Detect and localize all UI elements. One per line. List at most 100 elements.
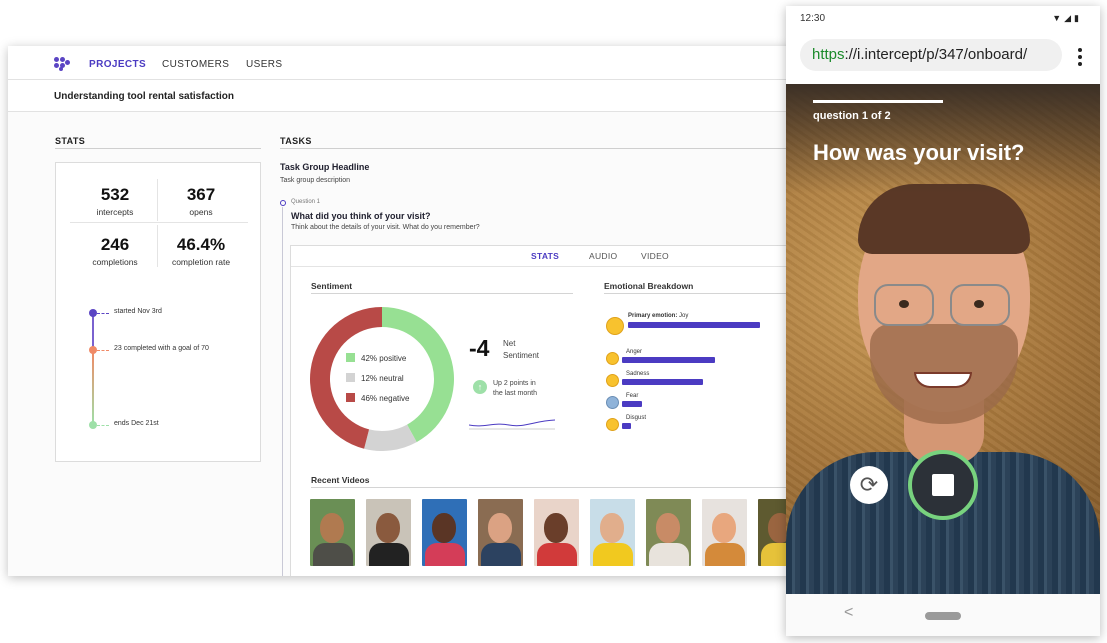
timeline-connector <box>97 350 109 351</box>
video-thumbnail[interactable] <box>590 499 635 566</box>
emotion-bar-anger <box>622 357 715 363</box>
desktop-window: PROJECTS CUSTOMERS USERS Understanding t… <box>8 46 808 576</box>
emotional-divider <box>604 293 808 294</box>
video-thumbnail[interactable] <box>478 499 523 566</box>
timeline-start: started Nov 3rd <box>114 308 162 315</box>
timeline-end-dot <box>89 421 97 429</box>
legend-swatch <box>346 393 355 402</box>
stats-card: 532 intercepts 367 opens 246 completions… <box>55 162 261 462</box>
video-thumbnail[interactable] <box>422 499 467 566</box>
stats-divider <box>55 148 261 149</box>
video-thumbnail[interactable] <box>646 499 691 566</box>
trend-text: Up 2 points in the last month <box>493 379 537 399</box>
legend-negative: 46% negative <box>346 393 409 403</box>
emotion-bar-fear <box>622 401 642 407</box>
net-sentiment-value: -4 <box>469 335 490 361</box>
more-menu-icon[interactable] <box>1078 48 1082 69</box>
url-path: ://i.intercept/p/347/onboard/ <box>844 46 1028 63</box>
question-line <box>282 207 283 576</box>
question-progress-bar <box>813 100 943 103</box>
phone-frame: 12:30 ▼◢▮ https://i.intercept/p/347/onbo… <box>786 6 1100 636</box>
sentiment-heading: Sentiment <box>311 281 353 291</box>
timeline-line <box>92 351 94 425</box>
signal-icon: ◢ <box>1064 13 1075 23</box>
legend-label: 46% negative <box>361 394 410 403</box>
android-nav-bar: < <box>786 594 1100 636</box>
legend-neutral: 12% neutral <box>346 373 404 383</box>
stat-intercepts: 532 intercepts <box>72 185 158 217</box>
timeline-start-dot <box>89 309 97 317</box>
tab-stats[interactable]: STATS <box>531 251 559 261</box>
stat-opens: 367 opens <box>158 185 244 217</box>
video-thumbnail[interactable] <box>534 499 579 566</box>
joy-emoji-icon <box>606 317 624 335</box>
emotion-bar-disgust <box>622 423 631 429</box>
net-label-line: Sentiment <box>503 351 540 360</box>
status-icons: ▼◢▮ <box>1052 13 1082 24</box>
anger-emoji-icon <box>606 352 619 365</box>
legend-positive: 42% positive <box>346 353 406 363</box>
glasses-lens <box>874 284 934 326</box>
tab-audio[interactable]: AUDIO <box>589 251 617 261</box>
trend-line: the last month <box>493 390 537 397</box>
emotion-label: Sadness <box>626 371 650 377</box>
person-hair <box>858 184 1030 254</box>
trend-line: Up 2 points in <box>493 380 536 387</box>
recent-videos-divider <box>311 487 808 488</box>
stat-label: opens <box>189 207 213 217</box>
tasks-divider <box>280 148 808 149</box>
tab-divider <box>291 266 808 267</box>
video-thumbnail[interactable] <box>366 499 411 566</box>
timeline-end: ends Dec 21st <box>114 420 159 427</box>
net-label-line: Net <box>503 339 516 348</box>
back-icon[interactable]: < <box>844 604 853 622</box>
legend-label: 42% positive <box>361 354 407 363</box>
stat-completions: 246 completions <box>72 235 158 267</box>
tab-video[interactable]: VIDEO <box>641 251 669 261</box>
battery-icon: ▮ <box>1074 13 1082 23</box>
video-thumbnail[interactable] <box>310 499 355 566</box>
stop-recording-button[interactable] <box>908 450 978 520</box>
question-label: Question 1 <box>291 199 321 205</box>
emotional-heading: Emotional Breakdown <box>604 281 694 291</box>
nav-projects[interactable]: PROJECTS <box>89 59 146 70</box>
question-panel: STATS AUDIO VIDEO Sentiment Emotional Br… <box>290 245 808 576</box>
flip-camera-icon[interactable]: ⟳ <box>850 466 888 504</box>
timeline-progress-dot <box>89 346 97 354</box>
emotion-label: Fear <box>626 393 639 399</box>
legend-swatch <box>346 353 355 362</box>
wifi-icon: ▼ <box>1052 13 1065 23</box>
stat-value: 532 <box>100 185 130 204</box>
donut-slice-neutral <box>364 424 417 451</box>
net-sentiment-label: Net Sentiment <box>503 338 539 362</box>
status-time: 12:30 <box>800 13 826 24</box>
question-marker <box>280 200 286 206</box>
question-text: What did you think of your visit? <box>291 211 431 221</box>
nav-users[interactable]: USERS <box>246 59 282 70</box>
logo-icon[interactable] <box>54 57 70 71</box>
stat-label: completion rate <box>171 257 231 267</box>
sparkline <box>469 419 555 430</box>
stat-label: intercepts <box>96 207 134 217</box>
page-title-bar: Understanding tool rental satisfaction <box>8 80 808 112</box>
stats-heading: STATS <box>55 136 86 146</box>
primary-emotion-label: Primary emotion: <box>628 313 678 319</box>
legend-swatch <box>346 373 355 382</box>
stat-label: completions <box>92 257 138 267</box>
url-scheme: https <box>812 46 845 63</box>
tasks-heading: TASKS <box>280 136 312 146</box>
nav-customers[interactable]: CUSTOMERS <box>162 59 229 70</box>
question-subtext: Think about the details of your visit. W… <box>291 224 480 231</box>
stat-value: 246 <box>100 235 130 254</box>
primary-emotion: Primary emotion: Joy <box>628 313 688 319</box>
url-bar[interactable]: https://i.intercept/p/347/onboard/ <box>800 39 1062 71</box>
stat-divider <box>157 179 158 221</box>
home-pill[interactable] <box>925 612 961 620</box>
emotion-label: Disgust <box>626 415 647 421</box>
video-thumbnail[interactable] <box>702 499 747 566</box>
top-nav: PROJECTS CUSTOMERS USERS <box>8 46 808 80</box>
emotion-bar-joy <box>628 322 760 328</box>
disgust-emoji-icon <box>606 418 619 431</box>
timeline-connector <box>97 425 109 426</box>
page-title: Understanding tool rental satisfaction <box>54 91 235 102</box>
